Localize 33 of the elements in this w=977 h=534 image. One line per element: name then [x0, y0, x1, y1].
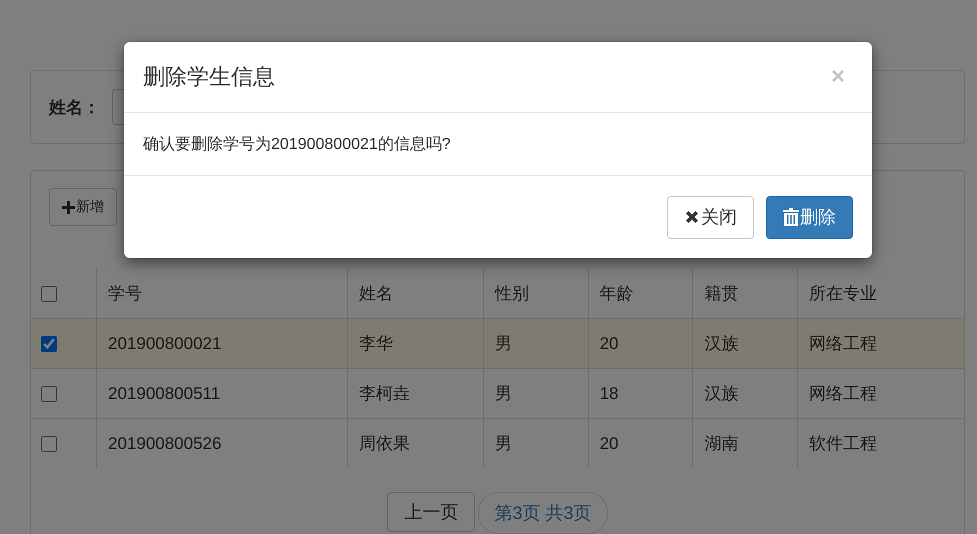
trash-icon — [783, 208, 799, 226]
row-checkbox[interactable] — [41, 336, 57, 352]
table-cell: 20 — [588, 318, 693, 368]
table-cell: 20 — [588, 418, 693, 468]
table-cell: 周依果 — [347, 418, 484, 468]
close-icon — [684, 209, 700, 225]
table-cell: 男 — [483, 368, 588, 418]
add-button[interactable]: 新增 — [49, 188, 117, 226]
delete-button[interactable]: 删除 — [766, 196, 853, 238]
confirm-message: 确认要删除学号为201900800021的信息吗? — [143, 134, 451, 154]
table-cell: 201900800526 — [96, 418, 348, 468]
table-cell: 软件工程 — [798, 418, 964, 468]
table-cell: 汉族 — [692, 368, 798, 418]
page-info: 第3页 共3页 — [478, 492, 608, 534]
plus-icon — [62, 200, 75, 214]
table-cell: 201900800511 — [96, 368, 348, 418]
previous-page-button[interactable]: 上一页 — [387, 492, 476, 532]
row-checkbox[interactable] — [41, 436, 57, 452]
table-cell: 李华 — [347, 318, 484, 368]
table-cell: 网络工程 — [798, 318, 964, 368]
table-cell: 18 — [588, 368, 693, 418]
table-cell: 汉族 — [692, 318, 798, 368]
select-all-checkbox[interactable] — [41, 286, 57, 302]
cancel-button[interactable]: 关闭 — [667, 196, 754, 238]
row-checkbox[interactable] — [41, 386, 57, 402]
table-cell: 201900800021 — [96, 318, 348, 368]
table-cell: 湖南 — [692, 418, 798, 468]
table-cell: 男 — [483, 318, 588, 368]
search-label: 姓名： — [49, 96, 100, 118]
dialog-title: 删除学生信息 — [143, 63, 275, 91]
table-cell: 网络工程 — [798, 368, 964, 418]
table-cell: 李柯垚 — [347, 368, 484, 418]
table-cell: 男 — [483, 418, 588, 468]
